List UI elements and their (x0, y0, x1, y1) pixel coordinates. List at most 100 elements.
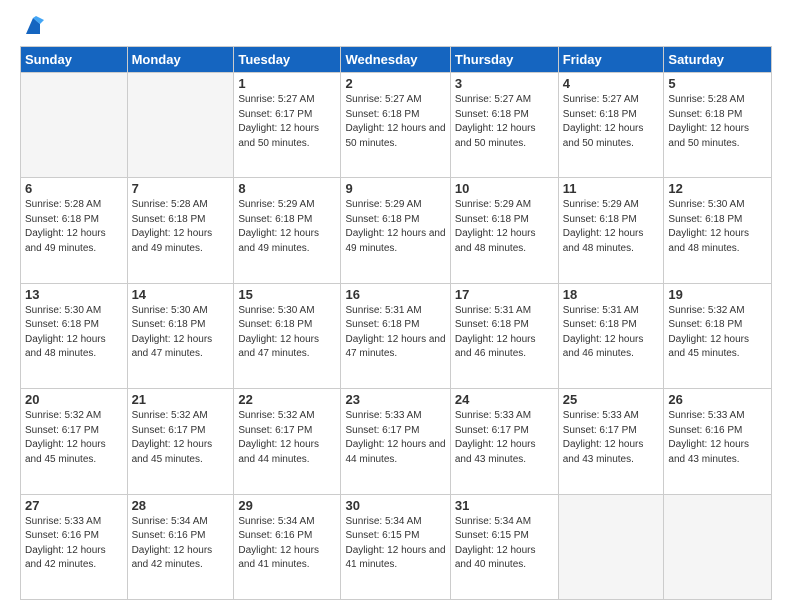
calendar: SundayMondayTuesdayWednesdayThursdayFrid… (20, 46, 772, 600)
day-info: Sunrise: 5:32 AM Sunset: 6:17 PM Dayligh… (238, 409, 336, 467)
day-of-week-header: Thursday (450, 47, 558, 73)
calendar-day-cell: 26 Sunrise: 5:33 AM Sunset: 6:16 PM Dayli… (664, 389, 772, 494)
day-number: 25 (563, 392, 660, 407)
day-number: 17 (455, 287, 554, 302)
calendar-day-cell: 12 Sunrise: 5:30 AM Sunset: 6:18 PM Dayli… (664, 178, 772, 283)
calendar-day-cell: 6 Sunrise: 5:28 AM Sunset: 6:18 PM Daylig… (21, 178, 128, 283)
day-number: 21 (132, 392, 230, 407)
day-info: Sunrise: 5:27 AM Sunset: 6:18 PM Dayligh… (455, 93, 554, 151)
calendar-day-cell: 3 Sunrise: 5:27 AM Sunset: 6:18 PM Daylig… (450, 73, 558, 178)
day-of-week-header: Tuesday (234, 47, 341, 73)
calendar-day-cell: 21 Sunrise: 5:32 AM Sunset: 6:17 PM Dayli… (127, 389, 234, 494)
calendar-day-cell: 10Sunrise: 5:29 AM Sunset: 6:18 PM Dayli… (450, 178, 558, 283)
calendar-day-cell: 7 Sunrise: 5:28 AM Sunset: 6:18 PM Daylig… (127, 178, 234, 283)
day-number: 7 (132, 181, 230, 196)
day-number: 20 (25, 392, 123, 407)
calendar-day-cell (127, 73, 234, 178)
day-number: 5 (668, 76, 767, 91)
calendar-day-cell: 24 Sunrise: 5:33 AM Sunset: 6:17 PM Dayli… (450, 389, 558, 494)
calendar-day-cell: 19 Sunrise: 5:32 AM Sunset: 6:18 PM Dayli… (664, 283, 772, 388)
day-number: 24 (455, 392, 554, 407)
day-number: 27 (25, 498, 123, 513)
day-info: Sunrise: 5:32 AM Sunset: 6:17 PM Dayligh… (132, 409, 230, 467)
day-number: 13 (25, 287, 123, 302)
day-number: 14 (132, 287, 230, 302)
calendar-day-cell: 8 Sunrise: 5:29 AM Sunset: 6:18 PM Daylig… (234, 178, 341, 283)
day-info: Sunrise: 5:30 AM Sunset: 6:18 PM Dayligh… (132, 304, 230, 362)
day-number: 29 (238, 498, 336, 513)
calendar-day-cell: 17 Sunrise: 5:31 AM Sunset: 6:18 PM Dayli… (450, 283, 558, 388)
day-number: 22 (238, 392, 336, 407)
day-number: 18 (563, 287, 660, 302)
header (20, 16, 772, 38)
calendar-day-cell: 29 Sunrise: 5:34 AM Sunset: 6:16 PM Dayli… (234, 494, 341, 599)
day-number: 26 (668, 392, 767, 407)
day-number: 19 (668, 287, 767, 302)
day-info: Sunrise: 5:31 AM Sunset: 6:18 PM Dayligh… (563, 304, 660, 362)
calendar-day-cell: 27 Sunrise: 5:33 AM Sunset: 6:16 PM Dayli… (21, 494, 128, 599)
day-info: Sunrise: 5:27 AM Sunset: 6:18 PM Dayligh… (563, 93, 660, 151)
day-info: Sunrise: 5:31 AM Sunset: 6:18 PM Dayligh… (455, 304, 554, 362)
day-number: 1 (238, 76, 336, 91)
calendar-day-cell: 20 Sunrise: 5:32 AM Sunset: 6:17 PM Dayli… (21, 389, 128, 494)
day-number: 8 (238, 181, 336, 196)
calendar-week-row: 27 Sunrise: 5:33 AM Sunset: 6:16 PM Dayli… (21, 494, 772, 599)
day-info: Sunrise: 5:30 AM Sunset: 6:18 PM Dayligh… (238, 304, 336, 362)
day-number: 28 (132, 498, 230, 513)
day-info: Sunrise: 5:33 AM Sunset: 6:17 PM Dayligh… (345, 409, 445, 467)
calendar-day-cell: 4 Sunrise: 5:27 AM Sunset: 6:18 PM Daylig… (558, 73, 664, 178)
day-number: 6 (25, 181, 123, 196)
calendar-day-cell: 22 Sunrise: 5:32 AM Sunset: 6:17 PM Dayli… (234, 389, 341, 494)
day-info: Sunrise: 5:32 AM Sunset: 6:17 PM Dayligh… (25, 409, 123, 467)
day-number: 9 (345, 181, 445, 196)
calendar-day-cell: 15Sunrise: 5:30 AM Sunset: 6:18 PM Dayli… (234, 283, 341, 388)
calendar-day-cell (558, 494, 664, 599)
calendar-day-cell: 14 Sunrise: 5:30 AM Sunset: 6:18 PM Dayli… (127, 283, 234, 388)
calendar-day-cell: 5 Sunrise: 5:28 AM Sunset: 6:18 PM Daylig… (664, 73, 772, 178)
calendar-week-row: 1 Sunrise: 5:27 AM Sunset: 6:17 PM Daylig… (21, 73, 772, 178)
calendar-day-cell: 13 Sunrise: 5:30 AM Sunset: 6:18 PM Dayli… (21, 283, 128, 388)
day-number: 2 (345, 76, 445, 91)
day-info: Sunrise: 5:30 AM Sunset: 6:18 PM Dayligh… (25, 304, 123, 362)
logo (20, 16, 44, 38)
day-info: Sunrise: 5:27 AM Sunset: 6:17 PM Dayligh… (238, 93, 336, 151)
day-info: Sunrise: 5:29 AM Sunset: 6:18 PM Dayligh… (345, 198, 445, 256)
calendar-week-row: 6 Sunrise: 5:28 AM Sunset: 6:18 PM Daylig… (21, 178, 772, 283)
day-info: Sunrise: 5:28 AM Sunset: 6:18 PM Dayligh… (25, 198, 123, 256)
day-info: Sunrise: 5:29 AM Sunset: 6:18 PM Dayligh… (238, 198, 336, 256)
calendar-day-cell: 25 Sunrise: 5:33 AM Sunset: 6:17 PM Dayli… (558, 389, 664, 494)
day-info: Sunrise: 5:28 AM Sunset: 6:18 PM Dayligh… (668, 93, 767, 151)
day-info: Sunrise: 5:33 AM Sunset: 6:16 PM Dayligh… (668, 409, 767, 467)
day-info: Sunrise: 5:34 AM Sunset: 6:15 PM Dayligh… (345, 515, 445, 573)
day-of-week-header: Wednesday (341, 47, 450, 73)
day-number: 23 (345, 392, 445, 407)
day-number: 4 (563, 76, 660, 91)
calendar-week-row: 13 Sunrise: 5:30 AM Sunset: 6:18 PM Dayli… (21, 283, 772, 388)
day-info: Sunrise: 5:27 AM Sunset: 6:18 PM Dayligh… (345, 93, 445, 151)
day-info: Sunrise: 5:28 AM Sunset: 6:18 PM Dayligh… (132, 198, 230, 256)
calendar-day-cell: 1 Sunrise: 5:27 AM Sunset: 6:17 PM Daylig… (234, 73, 341, 178)
day-of-week-header: Sunday (21, 47, 128, 73)
day-number: 31 (455, 498, 554, 513)
day-info: Sunrise: 5:33 AM Sunset: 6:16 PM Dayligh… (25, 515, 123, 573)
day-info: Sunrise: 5:32 AM Sunset: 6:18 PM Dayligh… (668, 304, 767, 362)
calendar-day-cell: 31 Sunrise: 5:34 AM Sunset: 6:15 PM Dayli… (450, 494, 558, 599)
day-info: Sunrise: 5:30 AM Sunset: 6:18 PM Dayligh… (668, 198, 767, 256)
day-info: Sunrise: 5:34 AM Sunset: 6:16 PM Dayligh… (132, 515, 230, 573)
day-number: 12 (668, 181, 767, 196)
calendar-day-cell: 28 Sunrise: 5:34 AM Sunset: 6:16 PM Dayli… (127, 494, 234, 599)
page: SundayMondayTuesdayWednesdayThursdayFrid… (0, 0, 792, 612)
day-number: 3 (455, 76, 554, 91)
day-number: 10 (455, 181, 554, 196)
day-number: 16 (345, 287, 445, 302)
day-info: Sunrise: 5:34 AM Sunset: 6:15 PM Dayligh… (455, 515, 554, 573)
day-info: Sunrise: 5:33 AM Sunset: 6:17 PM Dayligh… (455, 409, 554, 467)
day-info: Sunrise: 5:34 AM Sunset: 6:16 PM Dayligh… (238, 515, 336, 573)
calendar-day-cell: 11Sunrise: 5:29 AM Sunset: 6:18 PM Dayli… (558, 178, 664, 283)
day-number: 11 (563, 181, 660, 196)
calendar-day-cell (21, 73, 128, 178)
day-of-week-header: Saturday (664, 47, 772, 73)
logo-icon (22, 16, 44, 38)
day-info: Sunrise: 5:33 AM Sunset: 6:17 PM Dayligh… (563, 409, 660, 467)
day-of-week-row: SundayMondayTuesdayWednesdayThursdayFrid… (21, 47, 772, 73)
